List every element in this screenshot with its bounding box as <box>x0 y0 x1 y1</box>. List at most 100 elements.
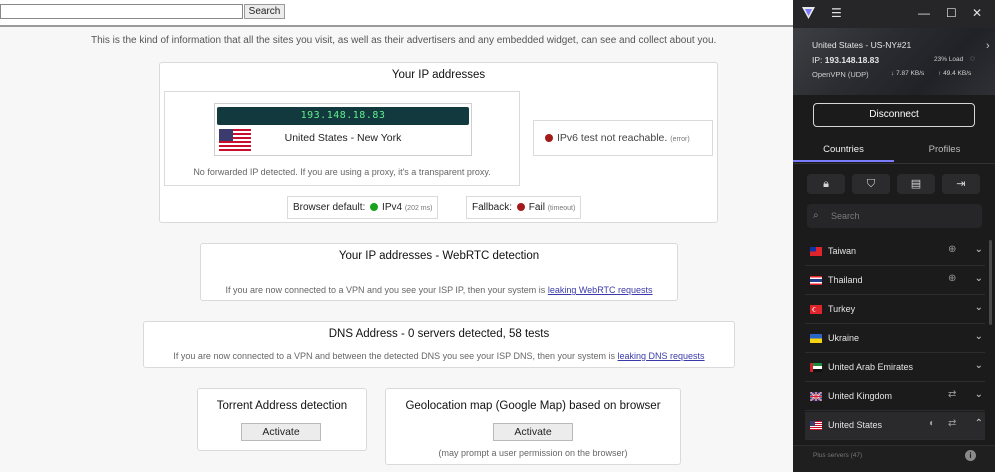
chevron-down-icon[interactable]: ⌄ <box>975 244 983 255</box>
connection-status-panel: United States - US-NY#21 IP: 193.148.18.… <box>793 28 995 95</box>
chevron-right-icon[interactable]: › <box>986 40 990 52</box>
download-speed: ↓ 7.87 KB/s <box>891 70 924 77</box>
chevron-down-icon[interactable]: ⌄ <box>975 331 983 342</box>
chevron-down-icon[interactable]: ⌄ <box>975 302 983 313</box>
torrent-panel: Torrent Address detection <box>197 388 367 451</box>
server-load: 23% Load <box>934 56 964 63</box>
server-ip-line: IP: 193.148.18.83 <box>812 55 879 65</box>
secure-core-filter[interactable]: 🔒︎ <box>807 174 845 194</box>
server-name: United States - US-NY#21 <box>812 40 912 50</box>
geo-note: (may prompt a user permission on the bro… <box>438 448 628 458</box>
country-search-input[interactable]: ⌕ Search <box>807 204 982 228</box>
plus-servers-label: Plus servers (47) <box>813 452 863 459</box>
country-name: United Arab Emirates <box>828 362 914 372</box>
country-name: Thailand <box>828 275 863 285</box>
arrow-down-icon: ↓ <box>891 70 895 77</box>
ipv6-box: IPv6 test not reachable. (error) <box>533 120 713 156</box>
turkey-flag-icon <box>810 305 822 314</box>
country-row-turkey[interactable]: Turkey ⌄ <box>805 296 985 324</box>
disconnect-button[interactable]: Disconnect <box>813 103 975 127</box>
webrtc-note-text: If you are now connected to a VPN and yo… <box>225 285 546 295</box>
menu-icon[interactable]: ☰ <box>831 6 842 20</box>
ip-card: 193.148.18.83 United States - New York <box>214 103 472 156</box>
top-toolbar: Search <box>0 0 793 27</box>
globe-icon[interactable]: ⊕ <box>948 273 956 284</box>
fallback-label: Fallback: <box>472 202 513 213</box>
server-ip: 193.148.18.83 <box>824 55 880 65</box>
fail-dot-icon <box>516 203 525 212</box>
fail-dot-icon <box>545 134 553 143</box>
shield-icon: ⛉ <box>866 178 876 190</box>
lock-icon: 🔒︎ <box>823 178 829 190</box>
browser-default-value: IPv4 <box>382 202 403 213</box>
country-name: United Kingdom <box>828 391 893 401</box>
intro-text: This is the kind of information that all… <box>91 35 717 46</box>
country-row-taiwan[interactable]: Taiwan ⊕ ⌄ <box>805 238 985 266</box>
vpn-footer: Plus servers (47) i <box>793 445 995 472</box>
us-flag-icon <box>810 421 822 430</box>
fallback-time: (timeout) <box>547 205 576 212</box>
country-row-united-states[interactable]: United States ◐ ⇄ ⌃ <box>805 412 985 440</box>
ip-panel-title: Your IP addresses <box>391 69 486 81</box>
globe-icon[interactable]: ⊕ <box>948 244 956 255</box>
browser-default-label: Browser default: <box>293 202 366 213</box>
info-icon[interactable]: i <box>965 450 976 461</box>
tor-icon[interactable]: ◐ <box>929 418 935 429</box>
taiwan-flag-icon <box>810 247 822 256</box>
p2p-filter[interactable]: ⇥ <box>942 174 980 194</box>
country-name: United States <box>828 420 883 430</box>
country-name: Ukraine <box>828 333 860 343</box>
chevron-down-icon[interactable]: ⌄ <box>975 389 983 400</box>
ukraine-flag-icon <box>810 334 822 343</box>
dns-title: DNS Address - 0 servers detected, 58 tes… <box>328 328 550 340</box>
dns-note: If you are now connected to a VPN and be… <box>144 351 734 361</box>
chevron-up-icon[interactable]: ⌃ <box>975 418 983 429</box>
webrtc-note: If you are now connected to a VPN and yo… <box>201 285 677 295</box>
country-row-ukraine[interactable]: Ukraine ⌄ <box>805 325 985 353</box>
minimize-icon[interactable]: — <box>918 6 930 20</box>
upload-value: 49.4 KB/s <box>943 70 972 77</box>
country-row-uk[interactable]: United Kingdom ⇄ ⌄ <box>805 383 985 411</box>
country-row-uae[interactable]: United Arab Emirates ⌄ <box>805 354 985 382</box>
ip-address-display: 193.148.18.83 <box>217 107 469 125</box>
ok-dot-icon <box>370 203 379 212</box>
geo-activate-button[interactable]: Activate <box>493 423 573 441</box>
ipv6-error-label: (error) <box>670 136 690 143</box>
vpn-logo-icon <box>802 7 815 19</box>
list-scrollbar[interactable] <box>989 240 992 325</box>
arrow-right-bar-icon: ⇥ <box>956 178 966 190</box>
geo-title: Geolocation map (Google Map) based on br… <box>405 400 661 412</box>
fallback-value: Fail <box>528 202 545 213</box>
search-input[interactable] <box>0 4 243 19</box>
tab-profiles[interactable]: Profiles <box>894 138 995 162</box>
forward-note: No forwarded IP detected. If you are usi… <box>193 167 491 177</box>
browser-default-time: (202 ms) <box>404 205 433 212</box>
p2p-icon[interactable]: ⇄ <box>948 418 956 429</box>
search-button[interactable]: Search <box>244 4 285 19</box>
torrent-title: Torrent Address detection <box>216 400 348 412</box>
browser-default-box: Browser default: IPv4 (202 ms) <box>287 196 439 219</box>
chevron-down-icon[interactable]: ⌄ <box>975 273 983 284</box>
netshield-filter[interactable]: ⛉ <box>852 174 890 194</box>
vpn-titlebar: ☰ — ☐ ✕ <box>793 0 995 28</box>
dns-note-text: If you are now connected to a VPN and be… <box>173 351 615 361</box>
download-value: 7.87 KB/s <box>896 70 925 77</box>
torrent-activate-button[interactable]: Activate <box>241 423 321 441</box>
ip-label: IP: <box>812 55 823 65</box>
chevron-down-icon[interactable]: ⌄ <box>975 360 983 371</box>
country-row-thailand[interactable]: Thailand ⊕ ⌄ <box>805 267 985 295</box>
load-ring-icon: ◌ <box>970 54 975 63</box>
tab-divider <box>793 163 995 164</box>
p2p-icon[interactable]: ⇄ <box>948 389 956 400</box>
leaking-webrtc-link[interactable]: leaking WebRTC requests <box>548 285 653 295</box>
thailand-flag-icon <box>810 276 822 285</box>
maximize-icon[interactable]: ☐ <box>946 6 957 20</box>
close-icon[interactable]: ✕ <box>972 6 982 20</box>
tab-countries[interactable]: Countries <box>793 138 894 162</box>
ipv4-box: 193.148.18.83 United States - New York N… <box>164 91 520 186</box>
uk-flag-icon <box>810 392 822 401</box>
search-placeholder: Search <box>831 211 860 221</box>
arrow-up-icon: ↑ <box>938 70 942 77</box>
leaking-dns-link[interactable]: leaking DNS requests <box>618 351 705 361</box>
streaming-filter[interactable]: ▤ <box>897 174 935 194</box>
